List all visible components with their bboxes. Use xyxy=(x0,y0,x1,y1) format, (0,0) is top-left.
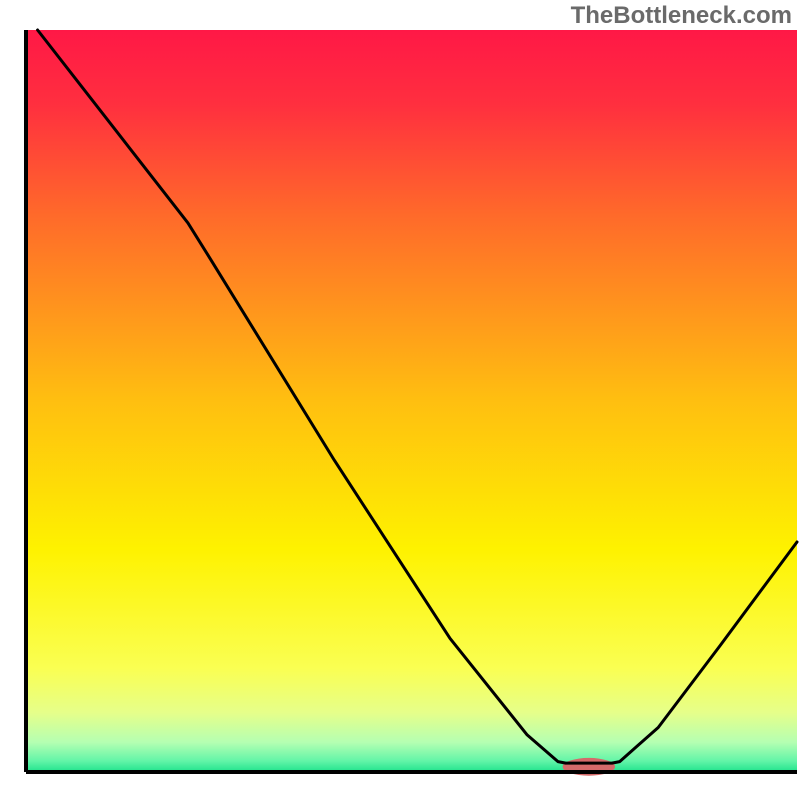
gradient-background xyxy=(26,30,797,772)
chart-svg xyxy=(0,0,800,800)
